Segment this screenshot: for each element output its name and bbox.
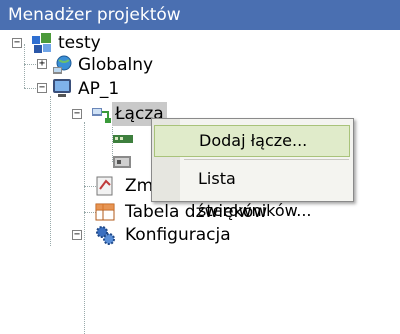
sound-table-icon [95, 203, 115, 221]
tree-line [24, 88, 36, 89]
menu-item-dodaj-lacze[interactable]: Dodaj łącze... [154, 125, 350, 157]
monitor-icon [53, 79, 71, 97]
collapse-toggle[interactable]: − [12, 38, 22, 48]
gears-icon [96, 226, 115, 245]
globe-icon [53, 55, 72, 74]
menu-item-lista-sterownikow[interactable]: Lista sterowników... [154, 163, 350, 220]
tree-line [24, 44, 25, 88]
tree-line [50, 96, 51, 246]
tree-node-label: AP_1 [78, 79, 120, 99]
project-icon [32, 33, 51, 53]
tree-node-globalny[interactable]: Globalny [75, 53, 156, 77]
collapse-toggle[interactable]: − [37, 83, 47, 93]
tree-node-testy[interactable]: testy [55, 31, 104, 55]
tree-node-label: testy [58, 33, 101, 53]
tree-node-ap1[interactable]: AP_1 [75, 77, 122, 101]
variables-icon [96, 176, 113, 196]
device-icon [113, 156, 131, 168]
expand-toggle[interactable]: + [37, 59, 47, 69]
tree-node-label: Globalny [78, 55, 154, 75]
device-icon [113, 135, 133, 143]
collapse-toggle[interactable]: − [72, 109, 82, 119]
window-title: Menadżer projektów [0, 0, 400, 30]
menu-separator [184, 159, 349, 160]
context-menu: Dodaj łącze... Lista sterowników... [151, 118, 354, 220]
tree-line [84, 122, 85, 334]
collapse-toggle[interactable]: − [72, 230, 82, 240]
network-connections-icon [92, 108, 111, 123]
tree-line [24, 64, 36, 65]
